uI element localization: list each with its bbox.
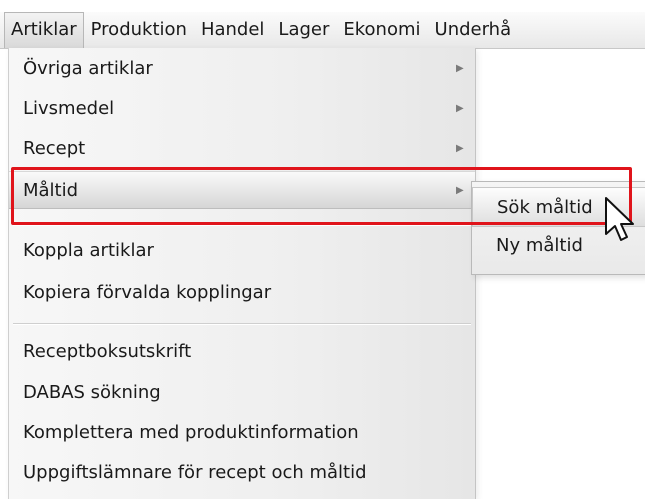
- menu-item-dabas-sokning[interactable]: DABAS sökning: [9, 374, 475, 412]
- menu-item-maltid[interactable]: Måltid ▶: [9, 171, 475, 209]
- menu-item-label: Kopiera förvalda kopplingar: [23, 282, 272, 303]
- menu-item-label: Uppgiftslämnare för recept och måltid: [23, 462, 367, 483]
- maltid-submenu: Sök måltid Ny måltid: [471, 181, 645, 275]
- menu-item-label: Måltid: [23, 180, 79, 201]
- app-window: Artiklar Produktion Handel Lager Ekonomi…: [0, 0, 645, 499]
- artiklar-dropdown-menu: Övriga artiklar ▶ Livsmedel ▶ Recept ▶ M…: [8, 48, 476, 499]
- menubar-item-underhall[interactable]: Underhå: [428, 12, 519, 48]
- menu-item-label: DABAS sökning: [23, 382, 161, 403]
- menu-item-receptboksutskrift[interactable]: Receptboksutskrift: [9, 333, 475, 371]
- menubar-item-handel[interactable]: Handel: [194, 12, 271, 48]
- submenu-item-ny-maltid[interactable]: Ny måltid: [472, 226, 645, 266]
- menubar-item-lager[interactable]: Lager: [271, 12, 336, 48]
- submenu-item-sok-maltid[interactable]: Sök måltid: [472, 187, 645, 227]
- submenu-item-label: Sök måltid: [497, 197, 593, 218]
- menu-item-label: Recept: [23, 138, 86, 159]
- menu-item-kopiera-forvalda-kopplingar[interactable]: Kopiera förvalda kopplingar: [9, 274, 475, 312]
- menu-item-label: Livsmedel: [23, 98, 115, 119]
- triangle-right-icon: ▶: [456, 63, 464, 74]
- menu-separator: [13, 224, 471, 226]
- menu-item-livsmedel[interactable]: Livsmedel ▶: [9, 90, 475, 128]
- menu-item-ovriga-artiklar[interactable]: Övriga artiklar ▶: [9, 50, 475, 88]
- triangle-right-icon: ▶: [456, 185, 464, 196]
- menubar: Artiklar Produktion Handel Lager Ekonomi…: [0, 12, 645, 49]
- menu-item-recept[interactable]: Recept ▶: [9, 130, 475, 168]
- submenu-item-label: Ny måltid: [496, 235, 583, 256]
- menu-item-label: Koppla artiklar: [23, 240, 154, 261]
- menubar-item-artiklar[interactable]: Artiklar: [4, 12, 84, 48]
- triangle-right-icon: ▶: [456, 103, 464, 114]
- menu-separator: [13, 323, 471, 325]
- menubar-item-produktion[interactable]: Produktion: [84, 12, 194, 48]
- menubar-item-ekonomi[interactable]: Ekonomi: [336, 12, 427, 48]
- menu-item-komplettera-produktinformation[interactable]: Komplettera med produktinformation: [9, 414, 475, 452]
- menu-item-koppla-artiklar[interactable]: Koppla artiklar: [9, 232, 475, 270]
- menu-item-uppgiftslamnare[interactable]: Uppgiftslämnare för recept och måltid: [9, 454, 475, 492]
- menu-item-label: Övriga artiklar: [23, 58, 153, 79]
- menu-item-label: Receptboksutskrift: [23, 341, 192, 362]
- menu-item-label: Komplettera med produktinformation: [23, 422, 359, 443]
- triangle-right-icon: ▶: [456, 143, 464, 154]
